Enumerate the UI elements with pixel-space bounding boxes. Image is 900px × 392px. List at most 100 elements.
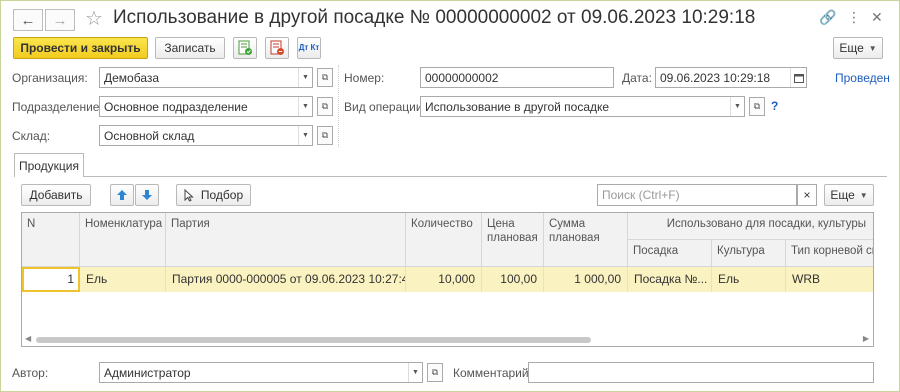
cell-root-type[interactable]: WRB [786, 267, 873, 292]
close-icon[interactable]: ✕ [871, 9, 883, 26]
author-label: Автор: [12, 366, 49, 380]
scroll-left-icon[interactable]: ◀ [25, 334, 31, 343]
unpost-icon-button[interactable] [265, 37, 289, 59]
number-field[interactable]: 00000000002 [420, 67, 614, 88]
chevron-down-icon[interactable]: ▼ [730, 97, 744, 116]
help-icon[interactable]: ? [771, 99, 778, 113]
scroll-right-icon[interactable]: ▶ [863, 334, 869, 343]
open-icon: ⧉ [431, 367, 439, 377]
clear-search-button[interactable]: × [797, 184, 817, 206]
chevron-down-icon[interactable]: ▼ [298, 126, 312, 145]
table-row[interactable]: 1 Ель Партия 0000-000005 от 09.06.2023 1… [22, 267, 873, 292]
cell-sum[interactable]: 1 000,00 [544, 267, 628, 292]
forward-button[interactable]: → [45, 9, 75, 31]
posted-status-link[interactable]: Проведен [835, 71, 890, 85]
table-more-label: Еще [830, 188, 855, 202]
cell-n[interactable]: 1 [22, 267, 80, 292]
move-down-button[interactable] [135, 184, 159, 206]
post-and-close-button[interactable]: Провести и закрыть [13, 37, 148, 59]
more-vertical-icon[interactable]: ⋮ [847, 9, 861, 26]
column-header-batch[interactable]: Партия [166, 213, 406, 267]
chevron-down-icon[interactable]: ▼ [298, 97, 312, 116]
column-header-n[interactable]: N [22, 213, 80, 267]
arrow-down-icon [142, 190, 152, 200]
column-header-quantity[interactable]: Количество [406, 213, 482, 267]
operation-field[interactable]: Использование в другой посадке ▼ [420, 96, 745, 117]
warehouse-field[interactable]: Основной склад ▼ [99, 125, 313, 146]
arrow-right-icon: → [52, 11, 68, 29]
column-header-planting[interactable]: Посадка [628, 240, 712, 267]
clear-icon: × [803, 188, 811, 202]
comment-field[interactable] [528, 362, 874, 383]
department-value: Основное подразделение [104, 100, 248, 114]
document-window: ← → ☆ Использование в другой посадке № 0… [0, 0, 900, 392]
cell-planting[interactable]: Посадка №... [628, 267, 712, 292]
move-up-button[interactable] [110, 184, 134, 206]
open-author-button[interactable]: ⧉ [427, 363, 443, 382]
organization-field[interactable]: Демобаза ▼ [99, 67, 313, 88]
open-icon: ⧉ [753, 101, 761, 111]
open-icon: ⧉ [321, 101, 329, 111]
comment-label: Комментарий: [453, 366, 532, 380]
arrow-up-icon [117, 190, 127, 200]
horizontal-scrollbar[interactable]: ◀ ▶ [22, 334, 873, 346]
add-row-button[interactable]: Добавить [21, 184, 91, 206]
open-department-button[interactable]: ⧉ [317, 97, 333, 116]
tab-divider [14, 176, 887, 177]
link-icon[interactable]: 🔗 [819, 9, 836, 26]
cell-item[interactable]: Ель [80, 267, 166, 292]
date-field[interactable]: 09.06.2023 10:29:18 [655, 67, 807, 88]
pick-button[interactable]: Подбор [176, 184, 251, 206]
more-button[interactable]: Еще ▼ [833, 37, 883, 59]
column-header-root-type[interactable]: Тип корневой си [786, 240, 873, 267]
operation-label: Вид операции: [344, 100, 426, 114]
column-header-culture[interactable]: Культура [712, 240, 786, 267]
products-table[interactable]: N Номенклатура Партия Количество Цена пл… [21, 212, 874, 347]
post-document-icon [238, 40, 252, 55]
cell-price[interactable]: 100,00 [482, 267, 544, 292]
cell-quantity[interactable]: 10,000 [406, 267, 482, 292]
calendar-icon[interactable] [790, 68, 806, 87]
open-operation-button[interactable]: ⧉ [749, 97, 765, 116]
date-value: 09.06.2023 10:29:18 [660, 71, 771, 85]
column-header-item[interactable]: Номенклатура [80, 213, 166, 267]
open-organization-button[interactable]: ⧉ [317, 68, 333, 87]
department-field[interactable]: Основное подразделение ▼ [99, 96, 313, 117]
scrollbar-thumb[interactable] [36, 337, 591, 343]
column-group-header-usage: Использовано для посадки, культуры [628, 213, 873, 240]
cell-culture[interactable]: Ель [712, 267, 786, 292]
column-divider [338, 65, 339, 147]
chevron-down-icon: ▼ [868, 43, 877, 53]
author-value: Администратор [104, 366, 191, 380]
warehouse-value: Основной склад [104, 129, 195, 143]
cell-batch[interactable]: Партия 0000-000005 от 09.06.2023 10:27:4… [166, 267, 406, 292]
operation-value: Использование в другой посадке [425, 100, 610, 114]
unpost-document-icon [270, 40, 284, 55]
department-label: Подразделение: [12, 100, 103, 114]
chevron-down-icon[interactable]: ▼ [298, 68, 312, 87]
open-icon: ⧉ [321, 130, 329, 140]
column-header-price[interactable]: Цена плановая [482, 213, 544, 267]
organization-label: Организация: [12, 71, 88, 85]
author-field[interactable]: Администратор ▼ [99, 362, 423, 383]
pick-label: Подбор [200, 188, 244, 202]
tab-products[interactable]: Продукция [14, 153, 84, 177]
cursor-icon [184, 188, 194, 202]
organization-value: Демобаза [104, 71, 160, 85]
warehouse-label: Склад: [12, 129, 51, 143]
number-label: Номер: [344, 71, 385, 85]
open-warehouse-button[interactable]: ⧉ [317, 126, 333, 145]
date-label: Дата: [622, 71, 652, 85]
chevron-down-icon[interactable]: ▼ [408, 363, 422, 382]
chevron-down-icon: ▼ [859, 190, 868, 200]
favorite-star-icon[interactable]: ☆ [85, 6, 103, 31]
open-icon: ⧉ [321, 72, 329, 82]
dt-kt-button[interactable]: Дт Кт [297, 37, 321, 59]
search-input[interactable]: Поиск (Ctrl+F) [597, 184, 797, 206]
save-button[interactable]: Записать [155, 37, 225, 59]
table-more-button[interactable]: Еще ▼ [824, 184, 874, 206]
back-button[interactable]: ← [13, 9, 43, 31]
post-icon-button[interactable] [233, 37, 257, 59]
page-title: Использование в другой посадке № 0000000… [113, 7, 756, 28]
column-header-sum[interactable]: Сумма плановая [544, 213, 628, 267]
